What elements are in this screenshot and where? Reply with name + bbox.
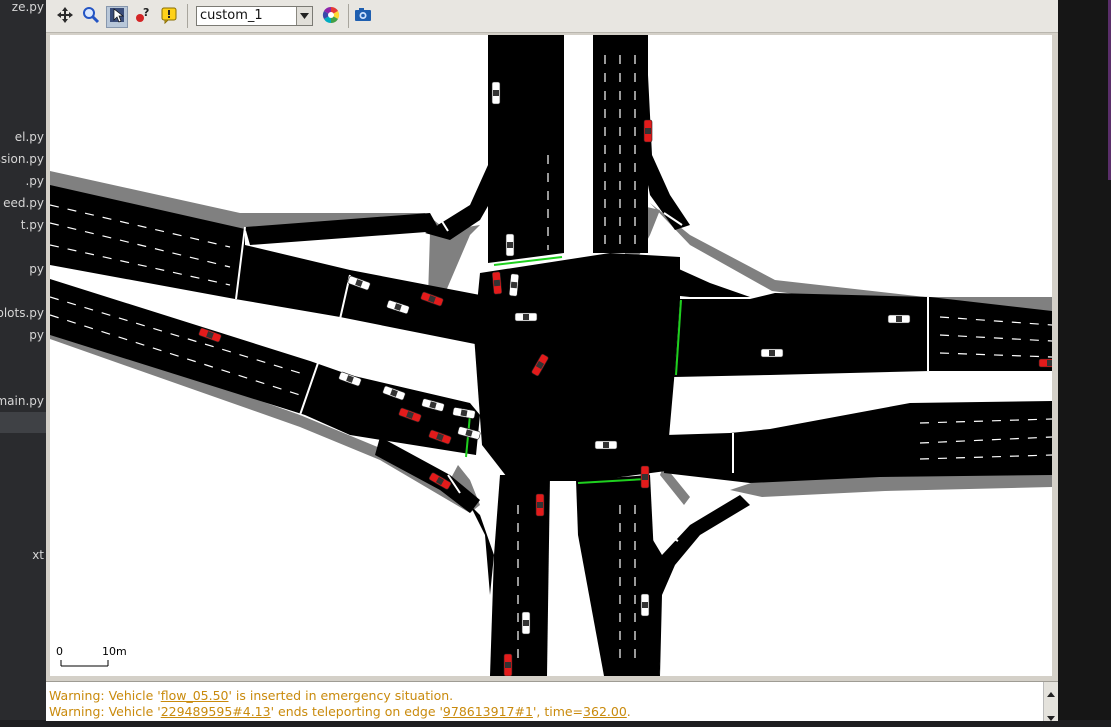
- scroll-up-icon[interactable]: [1046, 685, 1056, 697]
- vehicle[interactable]: [514, 312, 538, 322]
- locate-icon: [82, 6, 100, 28]
- edge-link[interactable]: 978613917#1: [443, 704, 533, 719]
- file-item[interactable]: el.py: [15, 130, 44, 144]
- sumo-gui-window: ? custom_1 0 10m Warning: Vehicle 'flow_…: [46, 0, 1058, 721]
- recenter-view-button[interactable]: [54, 6, 76, 28]
- chevron-down-icon[interactable]: [296, 7, 312, 25]
- log-text: Warning: Vehicle ': [49, 688, 161, 703]
- scale-bar: [60, 660, 109, 667]
- inspect-icon: ?: [134, 6, 152, 28]
- vehicle[interactable]: [503, 653, 513, 676]
- view-toolbar: ? custom_1: [46, 0, 1058, 33]
- vehicle-link[interactable]: 229489595#4.13: [161, 704, 271, 719]
- screenshot-icon: [354, 6, 372, 28]
- screenshot-button[interactable]: [352, 6, 374, 28]
- select-icon: [108, 6, 126, 28]
- log-line-1: Warning: Vehicle 'flow_05.50' is inserte…: [49, 688, 453, 703]
- vehicle[interactable]: [535, 493, 545, 517]
- scroll-down-icon[interactable]: [1046, 708, 1056, 721]
- locate-button[interactable]: [80, 6, 102, 28]
- vehicle[interactable]: [1038, 358, 1052, 368]
- scale-zero-label: 0: [56, 645, 63, 658]
- file-item[interactable]: eed.py: [3, 196, 44, 210]
- color-wheel-icon: [322, 6, 340, 28]
- file-item[interactable]: plots.py: [0, 306, 44, 320]
- vehicle[interactable]: [508, 273, 520, 297]
- file-item[interactable]: ission.py: [0, 152, 44, 166]
- toolbar-separator: [348, 4, 349, 28]
- vehicle[interactable]: [505, 233, 515, 257]
- log-text: ', time=: [532, 704, 584, 719]
- log-scrollbar[interactable]: [1043, 682, 1058, 721]
- additional-views-button[interactable]: [158, 6, 180, 28]
- message-log: Warning: Vehicle 'flow_05.50' is inserte…: [46, 681, 1058, 721]
- roads: [50, 35, 1052, 676]
- file-item[interactable]: t.py: [21, 218, 44, 232]
- file-item[interactable]: py: [29, 328, 44, 342]
- desktop-background: [1058, 0, 1111, 720]
- file-explorer-panel: ze.py el.py ission.py .py eed.py t.py py plots.…: [0, 0, 46, 720]
- edit-coloring-button[interactable]: [320, 6, 342, 28]
- vehicle[interactable]: [760, 348, 784, 358]
- file-item[interactable]: xt: [32, 548, 44, 562]
- svg-text:?: ?: [143, 6, 149, 19]
- vehicle[interactable]: [887, 314, 911, 324]
- road-network: 0 10m: [50, 35, 1052, 676]
- inspect-button[interactable]: ?: [132, 6, 154, 28]
- color-scheme-value: custom_1: [200, 8, 263, 23]
- vehicle[interactable]: [640, 465, 650, 489]
- toolbar-separator: [187, 4, 188, 28]
- vehicle[interactable]: [491, 271, 503, 295]
- file-item[interactable]: ze.py: [12, 0, 44, 14]
- scale-distance-label: 10m: [102, 645, 127, 658]
- vehicle[interactable]: [521, 611, 531, 635]
- select-mode-button[interactable]: [106, 6, 128, 28]
- file-item[interactable]: .py: [25, 174, 44, 188]
- vehicle[interactable]: [643, 119, 653, 143]
- recenter-icon: [56, 6, 74, 28]
- log-text: Warning: Vehicle ': [49, 704, 161, 719]
- time-link[interactable]: 362.00: [583, 704, 627, 719]
- color-scheme-select[interactable]: custom_1: [196, 6, 313, 26]
- simulation-view[interactable]: 0 10m: [50, 35, 1052, 676]
- log-text: ' ends teleporting on edge ': [270, 704, 443, 719]
- vehicle[interactable]: [594, 440, 618, 450]
- file-item[interactable]: py: [29, 262, 44, 276]
- file-item[interactable]: main.py: [0, 394, 44, 408]
- log-line-2: Warning: Vehicle '229489595#4.13' ends t…: [49, 704, 631, 719]
- vehicle[interactable]: [640, 593, 650, 617]
- additional-views-icon: [160, 6, 178, 28]
- vehicle[interactable]: [491, 81, 501, 105]
- log-text: ' is inserted in emergency situation.: [228, 688, 454, 703]
- log-text: .: [626, 704, 631, 719]
- file-selected-highlight: [0, 412, 46, 433]
- vehicle-link[interactable]: flow_05.50: [161, 688, 229, 703]
